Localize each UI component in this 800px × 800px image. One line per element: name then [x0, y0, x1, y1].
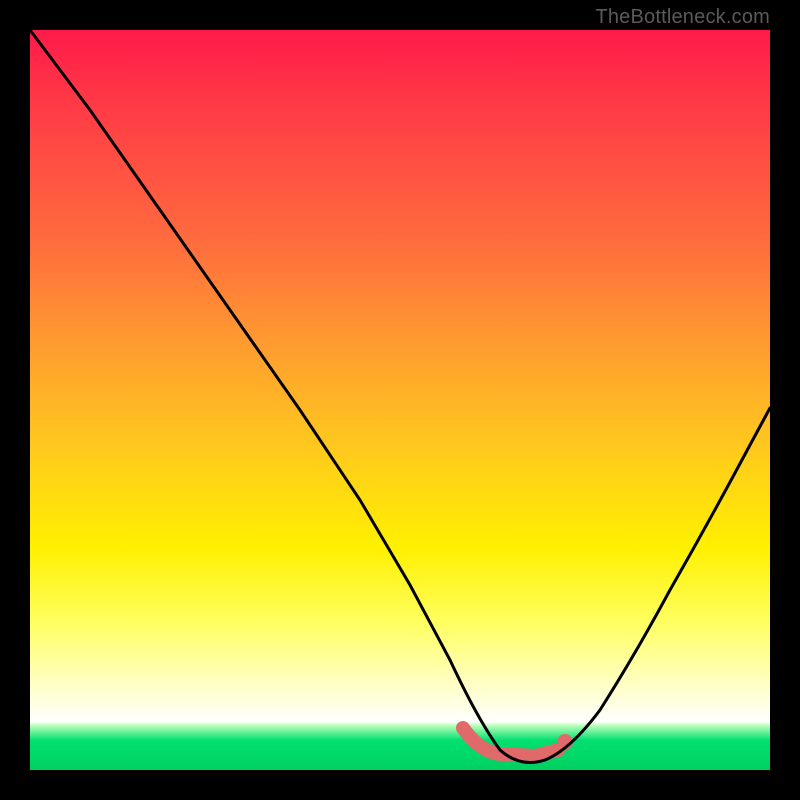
- watermark-text: TheBottleneck.com: [595, 6, 770, 29]
- chart-frame: TheBottleneck.com: [0, 0, 800, 800]
- curve-path: [30, 30, 770, 762]
- plot-area: [30, 30, 770, 770]
- optimal-zone-marker: [463, 728, 558, 756]
- bottleneck-curve: [30, 30, 770, 770]
